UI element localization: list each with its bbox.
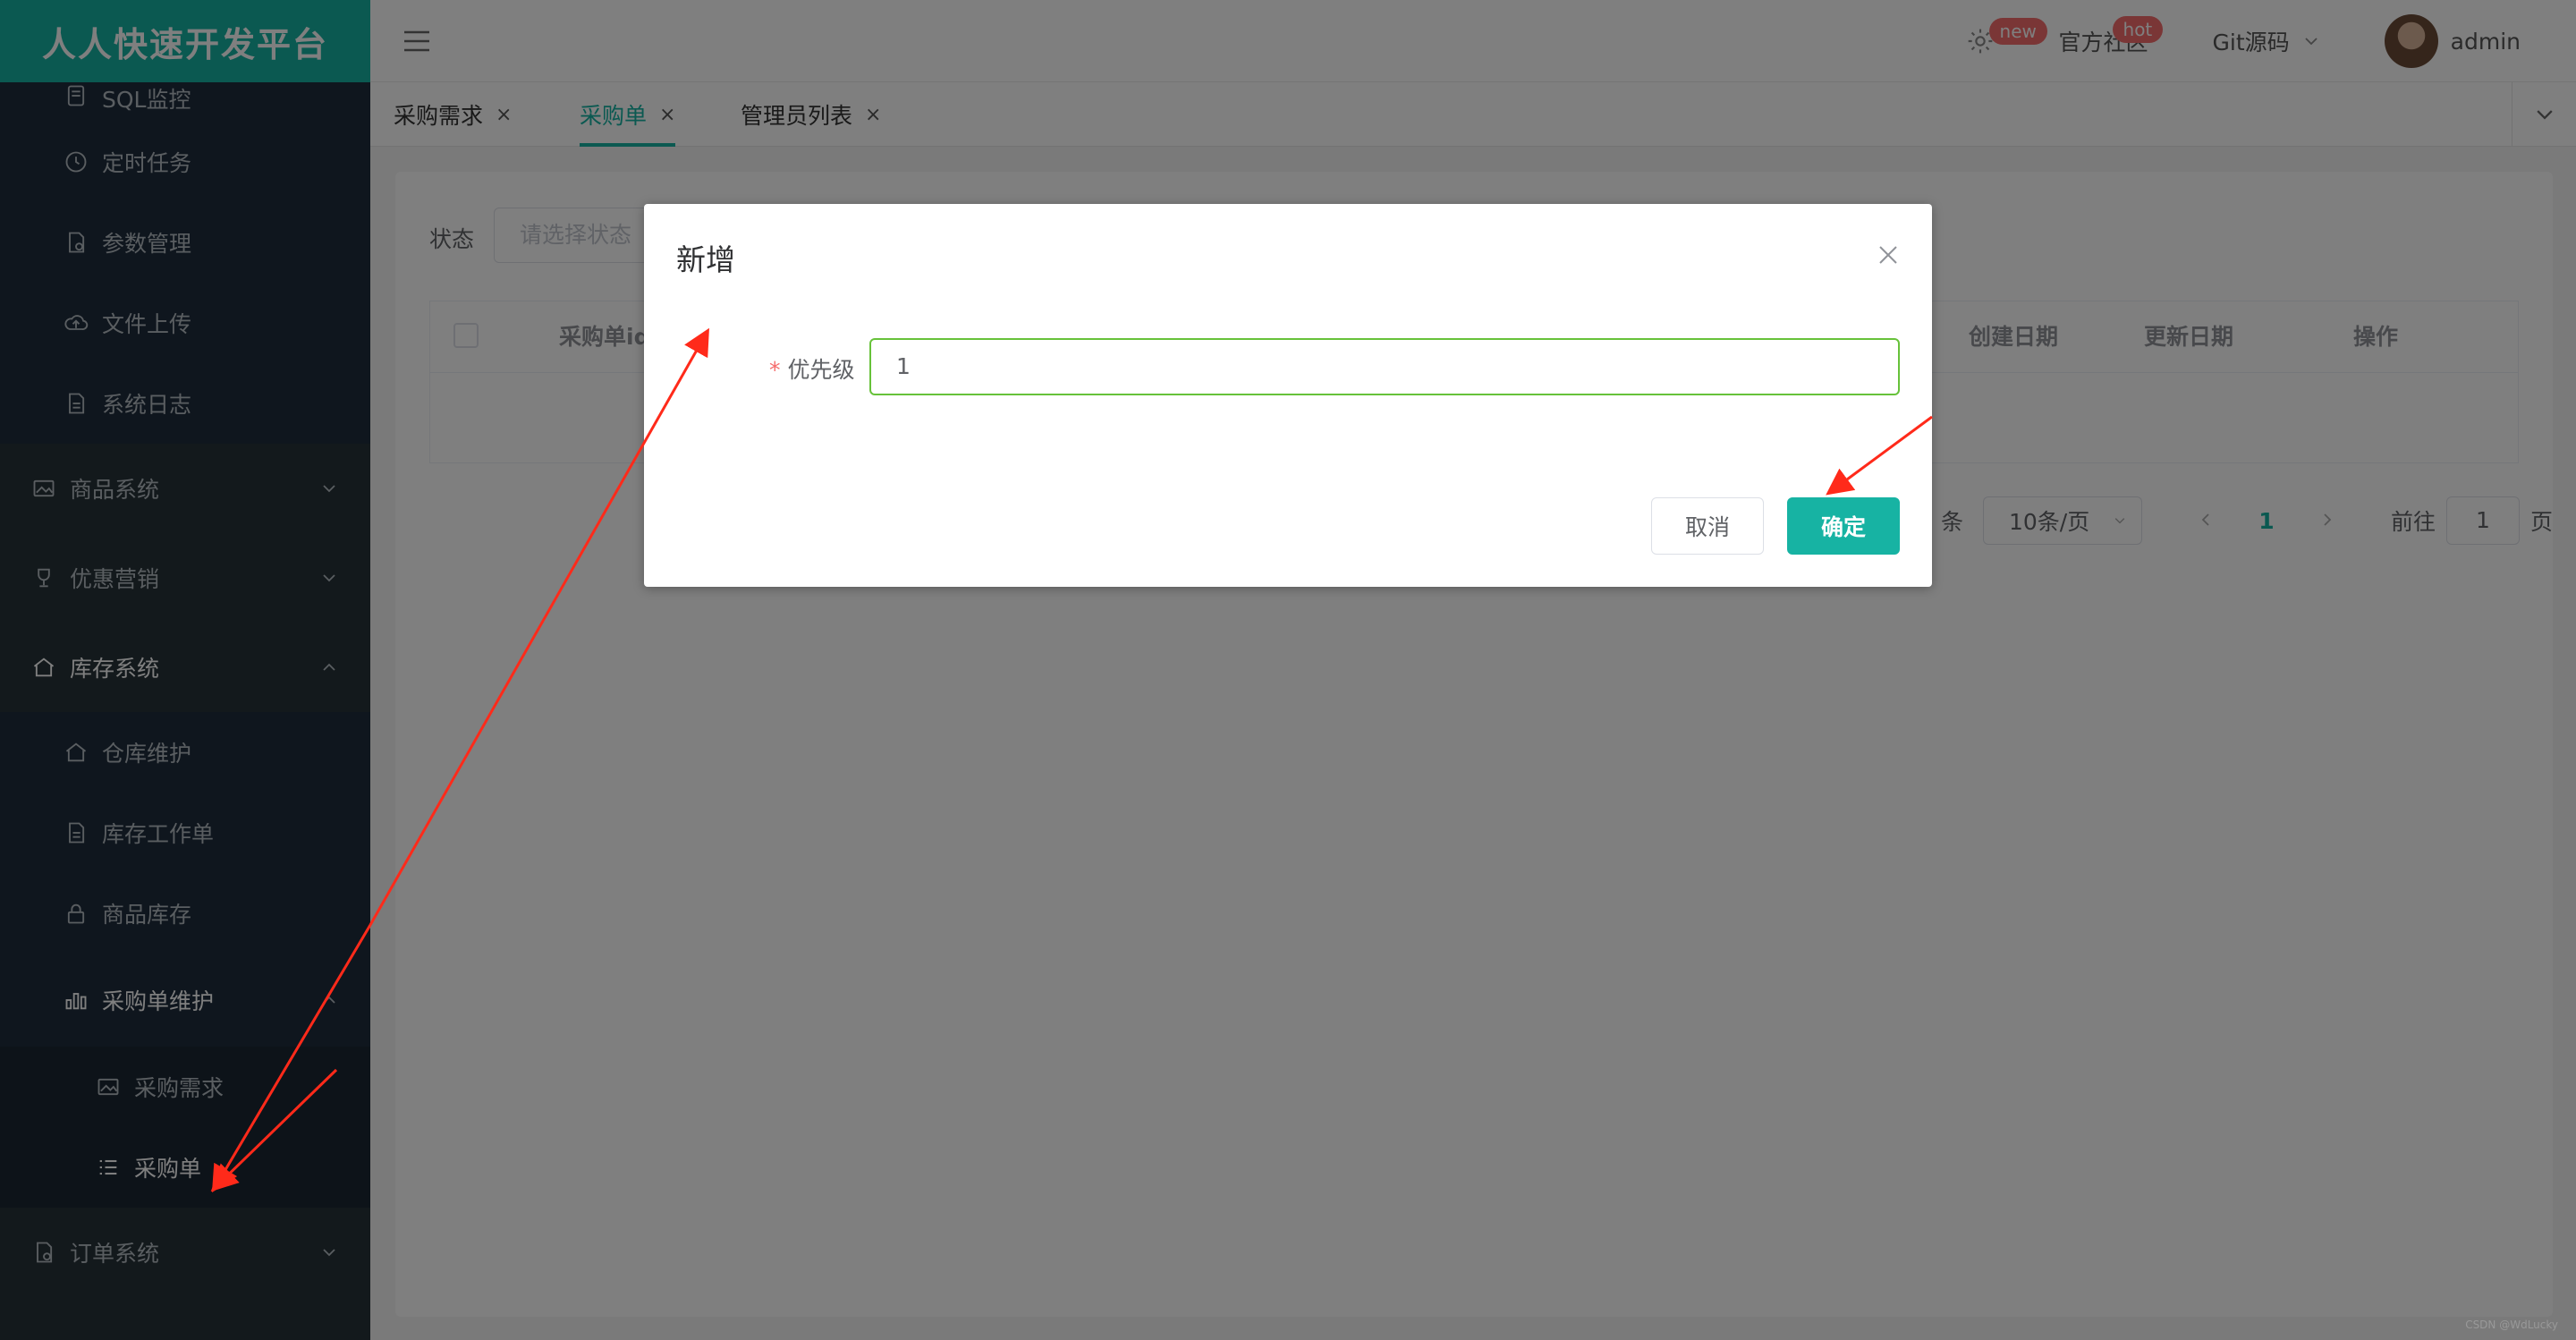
close-icon[interactable] bbox=[1877, 243, 1900, 267]
add-dialog: 新增 * 优先级 1 取消 确定 bbox=[644, 204, 1932, 587]
modal-overlay[interactable] bbox=[0, 0, 2576, 1340]
dialog-title: 新增 bbox=[676, 242, 735, 277]
cancel-button[interactable]: 取消 bbox=[1651, 497, 1764, 555]
required-mark: * bbox=[769, 357, 781, 383]
priority-input[interactable]: 1 bbox=[869, 338, 1900, 395]
priority-label-text: 优先级 bbox=[787, 357, 855, 383]
confirm-button[interactable]: 确定 bbox=[1787, 497, 1900, 555]
watermark: CSDN @WdLucky bbox=[2465, 1319, 2558, 1331]
priority-label: * 优先级 bbox=[769, 352, 855, 385]
